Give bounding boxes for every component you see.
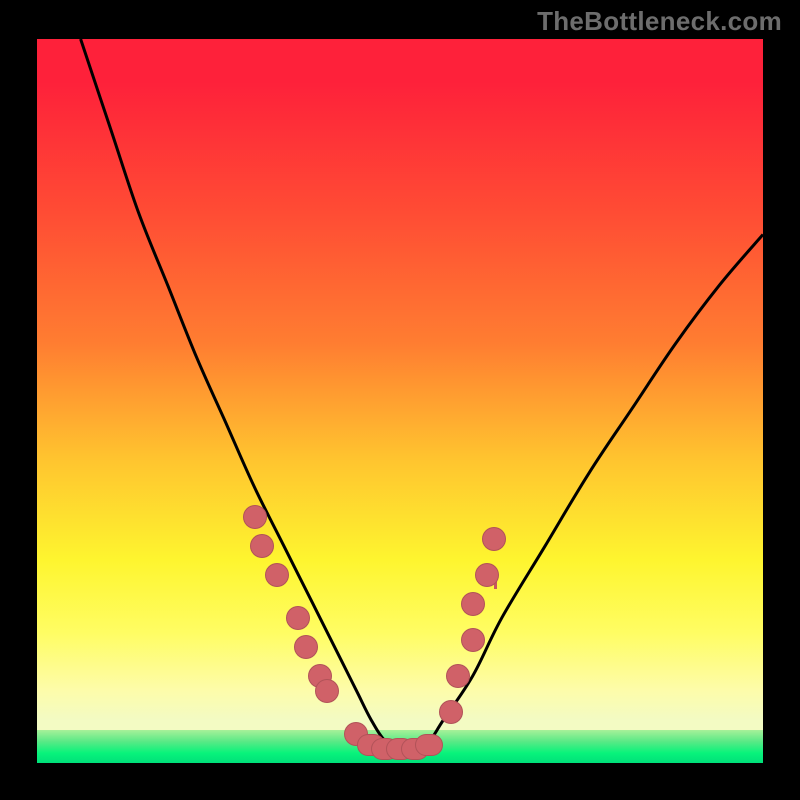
plot-area [37,39,763,763]
marker-dot [243,505,267,529]
bottleneck-curve-path [81,39,763,749]
watermark-text: TheBottleneck.com [537,6,782,37]
marker-dot [461,628,485,652]
marker-dot [482,527,506,551]
marker-dot [315,679,339,703]
marker-dot [294,635,318,659]
marker-dot [475,563,499,587]
marker-dot [250,534,274,558]
marker-dot [439,700,463,724]
marker-dot [461,592,485,616]
marker-dot [446,664,470,688]
marker-dot [265,563,289,587]
marker-dot [286,606,310,630]
marker-dot [415,734,443,756]
chart-stage: TheBottleneck.com [0,0,800,800]
bottleneck-curve-svg [37,39,763,763]
